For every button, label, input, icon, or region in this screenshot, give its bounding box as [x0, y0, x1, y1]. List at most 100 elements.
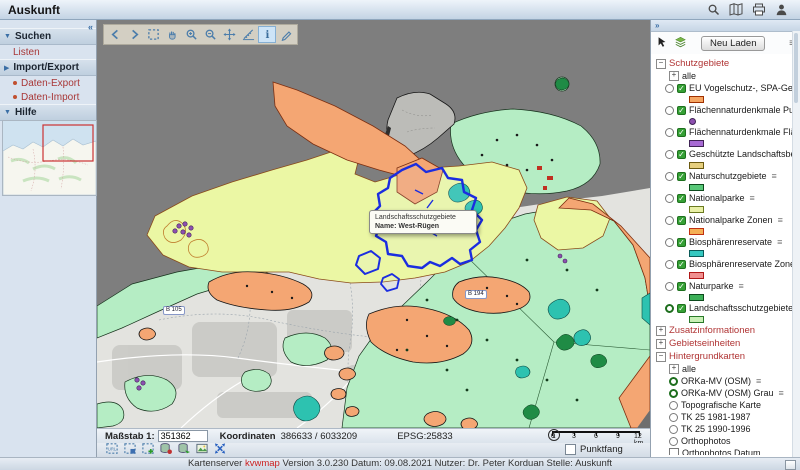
layer-checkbox[interactable]: ✓ [677, 194, 686, 203]
bg-radio-selected[interactable] [669, 389, 678, 398]
layer-checkbox[interactable]: ✓ [677, 304, 686, 313]
info-icon[interactable]: i [548, 429, 560, 441]
sidebar-collapse-icon[interactable]: « [88, 22, 93, 32]
database-save-icon[interactable] [159, 442, 173, 458]
expand-box-icon[interactable]: + [656, 326, 666, 336]
layer-row[interactable]: ✓Naturschutzgebiete≡ [656, 170, 798, 182]
database-load-icon[interactable] [177, 442, 191, 458]
sidebar-item-daten-export[interactable]: Daten-Export [0, 76, 96, 90]
layer-menu-icon[interactable]: ≡ [756, 376, 761, 386]
layer-row[interactable]: ✓Biosphärenreservate≡ [656, 236, 798, 248]
layer-checkbox[interactable]: ✓ [677, 150, 686, 159]
sidebar-item-listen[interactable]: Listen [0, 45, 96, 59]
group-gebietseinheiten[interactable]: + Gebietseinheiten [656, 337, 798, 350]
previous-extent-button[interactable] [106, 26, 124, 43]
extent-add-icon[interactable] [141, 442, 155, 458]
layer-menu-icon[interactable]: ≡ [777, 237, 782, 247]
layer-radio[interactable] [665, 216, 674, 225]
extent-url-icon[interactable]: URL [105, 442, 119, 458]
layer-row-selected[interactable]: ✓Landschaftsschutzgebiete≡ [656, 302, 798, 314]
map-canvas[interactable]: i B 105 B 194 Landschaftsschutzgebiete N… [97, 20, 650, 428]
layer-row[interactable]: ✓Naturparke≡ [656, 280, 798, 292]
layer-row[interactable]: ✓Nationalparke≡ [656, 192, 798, 204]
layer-radio[interactable] [665, 194, 674, 203]
layer-radio[interactable] [665, 106, 674, 115]
collapse-box-icon[interactable]: − [656, 59, 666, 69]
layer-checkbox[interactable]: ✓ [677, 282, 686, 291]
layer-checkbox[interactable]: ✓ [677, 84, 686, 93]
alle-toggle[interactable]: + alle [656, 70, 798, 82]
scale-input[interactable] [158, 430, 208, 442]
reload-button[interactable]: Neu Laden [701, 36, 765, 51]
sidebar-item-daten-import[interactable]: Daten-Import [0, 90, 96, 104]
fit-extent-icon[interactable] [213, 442, 227, 458]
atlas-icon[interactable] [729, 3, 743, 16]
zoom-box-button[interactable] [144, 26, 162, 43]
layer-menu-icon[interactable]: ≡ [772, 171, 777, 181]
layer-row[interactable]: ✓Flächennaturdenkmale Punkte≡ [656, 104, 798, 116]
bg-radio[interactable] [669, 401, 678, 410]
expand-box-icon[interactable]: + [656, 339, 666, 349]
next-extent-button[interactable] [125, 26, 143, 43]
pan-button[interactable] [163, 26, 181, 43]
layer-radio[interactable] [665, 260, 674, 269]
bg-layer-row[interactable]: ORKa-MV (OSM)≡ [656, 375, 798, 387]
expand-box-icon[interactable]: + [669, 71, 679, 81]
sidebar-section-import-export[interactable]: ▶ Import/Export [0, 59, 96, 76]
measure-button[interactable] [239, 26, 257, 43]
bg-radio[interactable] [669, 425, 678, 434]
bg-layer-row[interactable]: TK 25 1990-1996 [656, 423, 798, 435]
group-schutzgebiete[interactable]: − Schutzgebiete [656, 57, 798, 70]
snap-checkbox[interactable] [565, 444, 576, 455]
expand-box-icon[interactable]: + [669, 364, 679, 374]
recenter-button[interactable] [220, 26, 238, 43]
overview-map[interactable] [2, 120, 97, 196]
layer-row[interactable]: ✓Biosphärenreservate Zonen≡ [656, 258, 798, 270]
bg-radio[interactable] [669, 413, 678, 422]
draw-button[interactable] [277, 26, 295, 43]
bg-layer-row[interactable]: ORKa-MV (OSM) Grau≡ [656, 387, 798, 399]
bg-layer-row[interactable]: Orthophotos [656, 435, 798, 447]
extent-save-icon[interactable] [123, 442, 137, 458]
layer-menu-icon[interactable]: ≡ [750, 193, 755, 203]
search-icon[interactable] [707, 3, 720, 16]
sidebar-section-suchen[interactable]: ▼ Suchen [0, 28, 96, 45]
layer-radio[interactable] [665, 172, 674, 181]
bg-checkbox[interactable] [669, 448, 679, 455]
layer-menu-icon[interactable]: ≡ [778, 215, 783, 225]
layer-radio[interactable] [665, 84, 674, 93]
bg-layer-row[interactable]: TK 25 1981-1987 [656, 411, 798, 423]
group-zusatzinformationen[interactable]: + Zusatzinformationen [656, 324, 798, 337]
layer-row[interactable]: ✓EU Vogelschutz-, SPA-Gebiete≡ [656, 82, 798, 94]
layer-menu-icon[interactable]: ≡ [779, 388, 784, 398]
layer-row[interactable]: ✓Flächennaturdenkmale Flächen≡ [656, 126, 798, 138]
layer-radio[interactable] [665, 150, 674, 159]
export-image-icon[interactable] [195, 442, 209, 458]
sidebar-section-hilfe[interactable]: ▼ Hilfe [0, 104, 96, 121]
layer-radio[interactable] [665, 238, 674, 247]
bg-layer-row[interactable]: Topografische Karte [656, 399, 798, 411]
zoom-in-button[interactable] [182, 26, 200, 43]
layer-checkbox[interactable]: ✓ [677, 172, 686, 181]
printer-icon[interactable] [752, 3, 766, 16]
select-arrow-icon[interactable] [656, 36, 668, 51]
layer-menu-icon[interactable]: ≡ [739, 281, 744, 291]
layer-row[interactable]: ✓Geschützte Landschaftsbestandteile≡ [656, 148, 798, 160]
panel-scrollbar[interactable] [792, 31, 800, 457]
zoom-out-button[interactable] [201, 26, 219, 43]
panel-collapse-icon[interactable]: » [651, 20, 800, 32]
bg-radio-selected[interactable] [669, 377, 678, 386]
layer-checkbox[interactable]: ✓ [677, 260, 686, 269]
layer-radio[interactable] [665, 128, 674, 137]
group-hintergrundkarten[interactable]: − Hintergrundkarten [656, 350, 798, 363]
bg-layer-row[interactable]: Orthophotos Datum [656, 447, 798, 455]
layer-radio-selected[interactable] [665, 304, 674, 313]
bg-radio[interactable] [669, 437, 678, 446]
layer-checkbox[interactable]: ✓ [677, 106, 686, 115]
identify-button[interactable]: i [258, 26, 276, 43]
layer-checkbox[interactable]: ✓ [677, 128, 686, 137]
layer-radio[interactable] [665, 282, 674, 291]
user-icon[interactable] [775, 3, 788, 16]
layer-row[interactable]: ✓Nationalparke Zonen≡ [656, 214, 798, 226]
alle-toggle[interactable]: + alle [656, 363, 798, 375]
